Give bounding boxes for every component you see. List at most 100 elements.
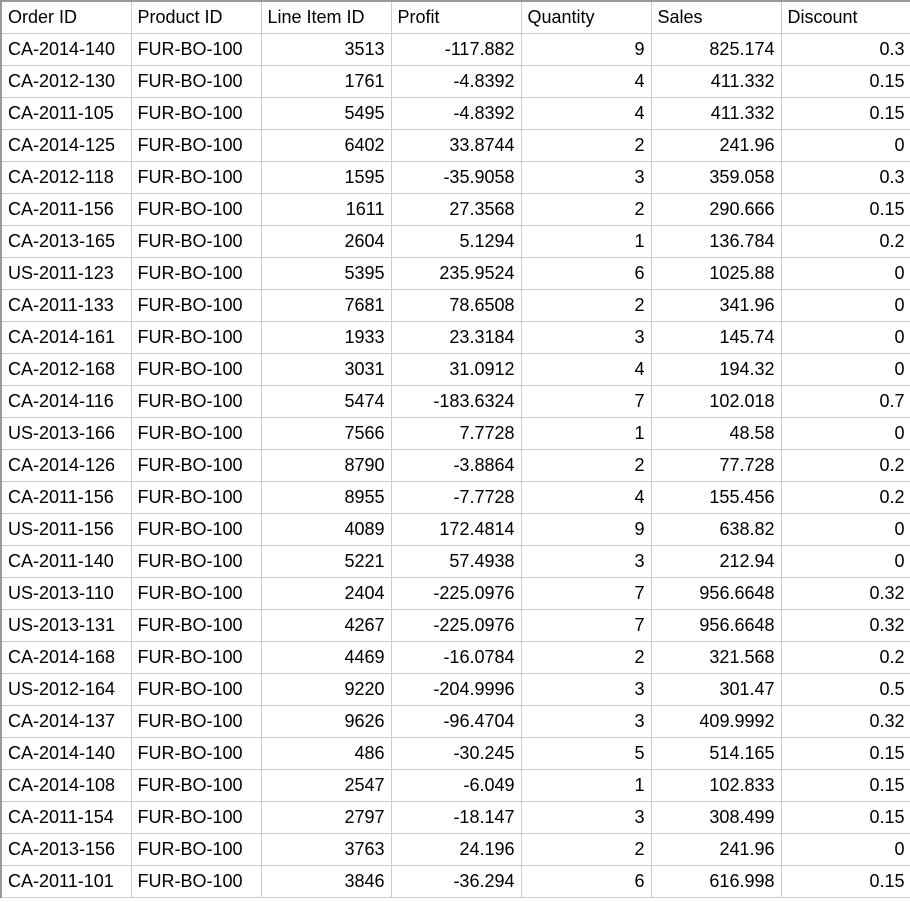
cell-quantity[interactable]: 3 — [521, 545, 651, 577]
cell-quantity[interactable]: 1 — [521, 417, 651, 449]
cell-order-id[interactable]: CA-2013-165 — [1, 225, 131, 257]
cell-sales[interactable]: 638.82 — [651, 513, 781, 545]
cell-sales[interactable]: 290.666 — [651, 193, 781, 225]
cell-line-item-id[interactable]: 5474 — [261, 385, 391, 417]
cell-sales[interactable]: 145.74 — [651, 321, 781, 353]
cell-product-id[interactable]: FUR-BO-100 — [131, 545, 261, 577]
cell-line-item-id[interactable]: 1761 — [261, 65, 391, 97]
cell-order-id[interactable]: CA-2014-161 — [1, 321, 131, 353]
cell-line-item-id[interactable]: 1933 — [261, 321, 391, 353]
cell-line-item-id[interactable]: 7566 — [261, 417, 391, 449]
cell-profit[interactable]: 31.0912 — [391, 353, 521, 385]
cell-profit[interactable]: -35.9058 — [391, 161, 521, 193]
cell-quantity[interactable]: 2 — [521, 289, 651, 321]
cell-quantity[interactable]: 2 — [521, 193, 651, 225]
table-row[interactable]: US-2011-156FUR-BO-1004089172.48149638.82… — [1, 513, 910, 545]
cell-order-id[interactable]: CA-2011-105 — [1, 97, 131, 129]
cell-product-id[interactable]: FUR-BO-100 — [131, 129, 261, 161]
cell-product-id[interactable]: FUR-BO-100 — [131, 481, 261, 513]
cell-order-id[interactable]: CA-2014-116 — [1, 385, 131, 417]
cell-line-item-id[interactable]: 3513 — [261, 33, 391, 65]
cell-line-item-id[interactable]: 7681 — [261, 289, 391, 321]
cell-quantity[interactable]: 6 — [521, 865, 651, 897]
cell-order-id[interactable]: US-2012-164 — [1, 673, 131, 705]
cell-quantity[interactable]: 7 — [521, 609, 651, 641]
cell-sales[interactable]: 212.94 — [651, 545, 781, 577]
table-row[interactable]: CA-2011-154FUR-BO-1002797-18.1473308.499… — [1, 801, 910, 833]
cell-sales[interactable]: 194.32 — [651, 353, 781, 385]
cell-discount[interactable]: 0.2 — [781, 481, 910, 513]
cell-product-id[interactable]: FUR-BO-100 — [131, 577, 261, 609]
cell-quantity[interactable]: 2 — [521, 833, 651, 865]
cell-product-id[interactable]: FUR-BO-100 — [131, 97, 261, 129]
cell-profit[interactable]: 23.3184 — [391, 321, 521, 353]
cell-sales[interactable]: 1025.88 — [651, 257, 781, 289]
header-line-item-id[interactable]: Line Item ID — [261, 1, 391, 33]
cell-line-item-id[interactable]: 8955 — [261, 481, 391, 513]
table-row[interactable]: CA-2011-156FUR-BO-1008955-7.77284155.456… — [1, 481, 910, 513]
cell-line-item-id[interactable]: 4267 — [261, 609, 391, 641]
cell-product-id[interactable]: FUR-BO-100 — [131, 769, 261, 801]
cell-order-id[interactable]: CA-2014-140 — [1, 33, 131, 65]
cell-product-id[interactable]: FUR-BO-100 — [131, 449, 261, 481]
cell-product-id[interactable]: FUR-BO-100 — [131, 33, 261, 65]
cell-order-id[interactable]: CA-2011-140 — [1, 545, 131, 577]
cell-quantity[interactable]: 4 — [521, 65, 651, 97]
cell-line-item-id[interactable]: 3763 — [261, 833, 391, 865]
cell-profit[interactable]: -7.7728 — [391, 481, 521, 513]
cell-order-id[interactable]: US-2011-123 — [1, 257, 131, 289]
cell-discount[interactable]: 0.15 — [781, 865, 910, 897]
cell-order-id[interactable]: CA-2014-126 — [1, 449, 131, 481]
cell-quantity[interactable]: 4 — [521, 353, 651, 385]
cell-line-item-id[interactable]: 1595 — [261, 161, 391, 193]
cell-line-item-id[interactable]: 2404 — [261, 577, 391, 609]
cell-sales[interactable]: 301.47 — [651, 673, 781, 705]
cell-quantity[interactable]: 3 — [521, 321, 651, 353]
cell-quantity[interactable]: 3 — [521, 673, 651, 705]
table-row[interactable]: CA-2014-168FUR-BO-1004469-16.07842321.56… — [1, 641, 910, 673]
cell-sales[interactable]: 359.058 — [651, 161, 781, 193]
cell-quantity[interactable]: 7 — [521, 385, 651, 417]
cell-discount[interactable]: 0.15 — [781, 193, 910, 225]
cell-product-id[interactable]: FUR-BO-100 — [131, 833, 261, 865]
cell-line-item-id[interactable]: 5495 — [261, 97, 391, 129]
cell-order-id[interactable]: CA-2013-156 — [1, 833, 131, 865]
cell-order-id[interactable]: US-2011-156 — [1, 513, 131, 545]
cell-line-item-id[interactable]: 9220 — [261, 673, 391, 705]
cell-line-item-id[interactable]: 6402 — [261, 129, 391, 161]
cell-order-id[interactable]: CA-2011-101 — [1, 865, 131, 897]
cell-sales[interactable]: 241.96 — [651, 833, 781, 865]
header-profit[interactable]: Profit — [391, 1, 521, 33]
table-row[interactable]: US-2013-131FUR-BO-1004267-225.09767956.6… — [1, 609, 910, 641]
cell-sales[interactable]: 102.833 — [651, 769, 781, 801]
cell-profit[interactable]: 235.9524 — [391, 257, 521, 289]
cell-product-id[interactable]: FUR-BO-100 — [131, 225, 261, 257]
header-quantity[interactable]: Quantity — [521, 1, 651, 33]
cell-sales[interactable]: 616.998 — [651, 865, 781, 897]
header-order-id[interactable]: Order ID — [1, 1, 131, 33]
cell-order-id[interactable]: CA-2011-154 — [1, 801, 131, 833]
cell-order-id[interactable]: CA-2014-108 — [1, 769, 131, 801]
cell-sales[interactable]: 241.96 — [651, 129, 781, 161]
table-row[interactable]: CA-2011-101FUR-BO-1003846-36.2946616.998… — [1, 865, 910, 897]
cell-discount[interactable]: 0 — [781, 289, 910, 321]
table-row[interactable]: US-2013-166FUR-BO-10075667.7728148.580 — [1, 417, 910, 449]
cell-profit[interactable]: 5.1294 — [391, 225, 521, 257]
cell-discount[interactable]: 0 — [781, 129, 910, 161]
cell-profit[interactable]: -30.245 — [391, 737, 521, 769]
cell-sales[interactable]: 136.784 — [651, 225, 781, 257]
cell-profit[interactable]: -3.8864 — [391, 449, 521, 481]
header-discount[interactable]: Discount — [781, 1, 910, 33]
cell-product-id[interactable]: FUR-BO-100 — [131, 609, 261, 641]
cell-order-id[interactable]: US-2013-131 — [1, 609, 131, 641]
table-row[interactable]: CA-2012-130FUR-BO-1001761-4.83924411.332… — [1, 65, 910, 97]
header-product-id[interactable]: Product ID — [131, 1, 261, 33]
cell-sales[interactable]: 341.96 — [651, 289, 781, 321]
cell-sales[interactable]: 825.174 — [651, 33, 781, 65]
cell-line-item-id[interactable]: 5221 — [261, 545, 391, 577]
cell-order-id[interactable]: US-2013-166 — [1, 417, 131, 449]
cell-quantity[interactable]: 2 — [521, 641, 651, 673]
cell-line-item-id[interactable]: 2797 — [261, 801, 391, 833]
cell-profit[interactable]: -18.147 — [391, 801, 521, 833]
cell-sales[interactable]: 48.58 — [651, 417, 781, 449]
